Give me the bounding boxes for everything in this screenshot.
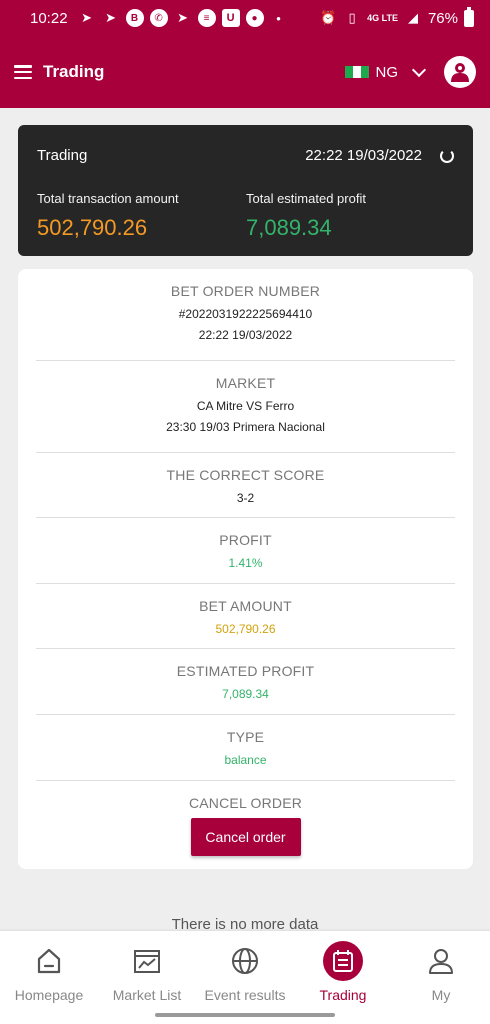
profit-value: 1.41% xyxy=(228,556,263,570)
estimated-profit-section: ESTIMATED PROFIT 7,089.34 xyxy=(36,663,455,700)
cancel-order-label: CANCEL ORDER xyxy=(188,795,303,811)
telegram-icon: ➤ xyxy=(81,10,92,25)
telegram-icon: ➤ xyxy=(105,10,116,25)
profit-section: PROFIT 1.41% xyxy=(36,532,455,569)
trading-summary-card: Trading 22:22 19/03/2022 Total transacti… xyxy=(18,125,473,256)
divider xyxy=(36,360,455,361)
alarm-icon: ⏰ xyxy=(320,10,337,25)
page-title: Trading xyxy=(43,62,105,81)
estimated-profit-value: 7,089.34 xyxy=(222,687,269,701)
type-label: TYPE xyxy=(226,729,265,745)
score-value: 3-2 xyxy=(236,491,255,505)
nav-my-label: My xyxy=(431,987,451,1003)
score-section: THE CORRECT SCORE 3-2 xyxy=(36,467,455,504)
telegram-icon: ➤ xyxy=(177,10,188,25)
divider xyxy=(36,452,455,453)
nav-event-results[interactable]: Event results xyxy=(196,931,294,1006)
whatsapp-icon: ✆ xyxy=(149,9,168,27)
record-icon: ● xyxy=(245,9,264,27)
battery-percent: 76% xyxy=(427,9,458,27)
market-teams-value: CA Mitre VS Ferro xyxy=(196,399,295,413)
total-profit-label: Total estimated profit xyxy=(246,191,366,206)
divider xyxy=(36,780,455,781)
chat-icon: ≡ xyxy=(197,9,216,27)
more-dot-icon: • xyxy=(276,10,281,26)
gesture-bar xyxy=(0,1006,490,1024)
order-time-value: 22:22 19/03/2022 xyxy=(198,328,293,342)
nav-homepage[interactable]: Homepage xyxy=(0,931,98,1006)
nav-market-list[interactable]: Market List xyxy=(98,931,196,1006)
status-time: 10:22 xyxy=(30,9,68,27)
battery-icon xyxy=(464,6,474,27)
signal-icon: ◢ xyxy=(407,10,418,25)
market-detail-value: 23:30 19/03 Primera Nacional xyxy=(166,420,325,434)
b-app-icon: B xyxy=(125,9,144,27)
u-app-icon: U xyxy=(221,9,240,27)
bottom-navigation: Homepage Market List Event results Tradi… xyxy=(0,931,490,1006)
bet-amount-value: 502,790.26 xyxy=(215,622,276,636)
nav-my[interactable]: My xyxy=(392,931,490,1006)
profit-label: PROFIT xyxy=(219,532,272,548)
order-number-section: BET ORDER NUMBER #2022031922225694410 22… xyxy=(36,283,455,341)
status-bar: 10:22 ➤ ➤ B ✆ ➤ ≡ U ● • ⏰ ▯ 4G LTE ◢ 76% xyxy=(0,0,490,36)
refresh-icon[interactable] xyxy=(440,148,454,163)
divider xyxy=(36,714,455,715)
nav-market-list-label: Market List xyxy=(112,987,182,1003)
user-icon xyxy=(421,941,461,981)
nav-trading[interactable]: Trading xyxy=(294,931,392,1006)
market-section: MARKET CA Mitre VS Ferro 23:30 19/03 Pri… xyxy=(36,375,455,433)
user-avatar-button[interactable] xyxy=(444,56,476,88)
vibrate-icon: ▯ xyxy=(348,10,356,25)
divider xyxy=(36,583,455,584)
total-amount-label: Total transaction amount xyxy=(37,191,179,206)
order-number-value: #2022031922225694410 xyxy=(178,307,313,321)
chevron-down-icon[interactable] xyxy=(411,62,427,77)
chart-icon xyxy=(127,941,167,981)
network-type: 4G LTE xyxy=(367,12,398,23)
country-selector[interactable]: NG xyxy=(376,64,399,81)
menu-icon[interactable] xyxy=(14,65,32,79)
ball-icon xyxy=(225,941,265,981)
summary-title: Trading xyxy=(37,147,88,164)
cancel-section: CANCEL ORDER Cancel order xyxy=(36,795,455,856)
score-label: THE CORRECT SCORE xyxy=(166,467,325,483)
divider xyxy=(36,648,455,649)
nav-homepage-label: Homepage xyxy=(14,987,84,1003)
summary-datetime: 22:22 19/03/2022 xyxy=(305,147,422,164)
home-icon xyxy=(29,941,69,981)
nigeria-flag-icon[interactable] xyxy=(344,66,369,78)
cancel-order-button[interactable]: Cancel order xyxy=(190,818,301,856)
type-value: balance xyxy=(224,753,267,767)
market-label: MARKET xyxy=(215,375,276,391)
order-details-card: BET ORDER NUMBER #2022031922225694410 22… xyxy=(18,269,473,869)
nav-trading-label: Trading xyxy=(319,987,367,1003)
calendar-icon xyxy=(323,941,363,981)
total-amount-value: 502,790.26 xyxy=(37,215,148,240)
user-icon xyxy=(451,63,469,82)
divider xyxy=(36,517,455,518)
nav-event-results-label: Event results xyxy=(204,987,286,1003)
bet-amount-section: BET AMOUNT 502,790.26 xyxy=(36,598,455,635)
notification-icons: ➤ ➤ B ✆ ➤ ≡ U ● • xyxy=(78,9,288,27)
type-section: TYPE balance xyxy=(36,729,455,766)
estimated-profit-label: ESTIMATED PROFIT xyxy=(176,663,315,679)
order-number-label: BET ORDER NUMBER xyxy=(170,283,321,299)
app-header: Trading NG xyxy=(0,36,490,108)
total-profit-value: 7,089.34 xyxy=(246,215,332,240)
bet-amount-label: BET AMOUNT xyxy=(199,598,292,614)
